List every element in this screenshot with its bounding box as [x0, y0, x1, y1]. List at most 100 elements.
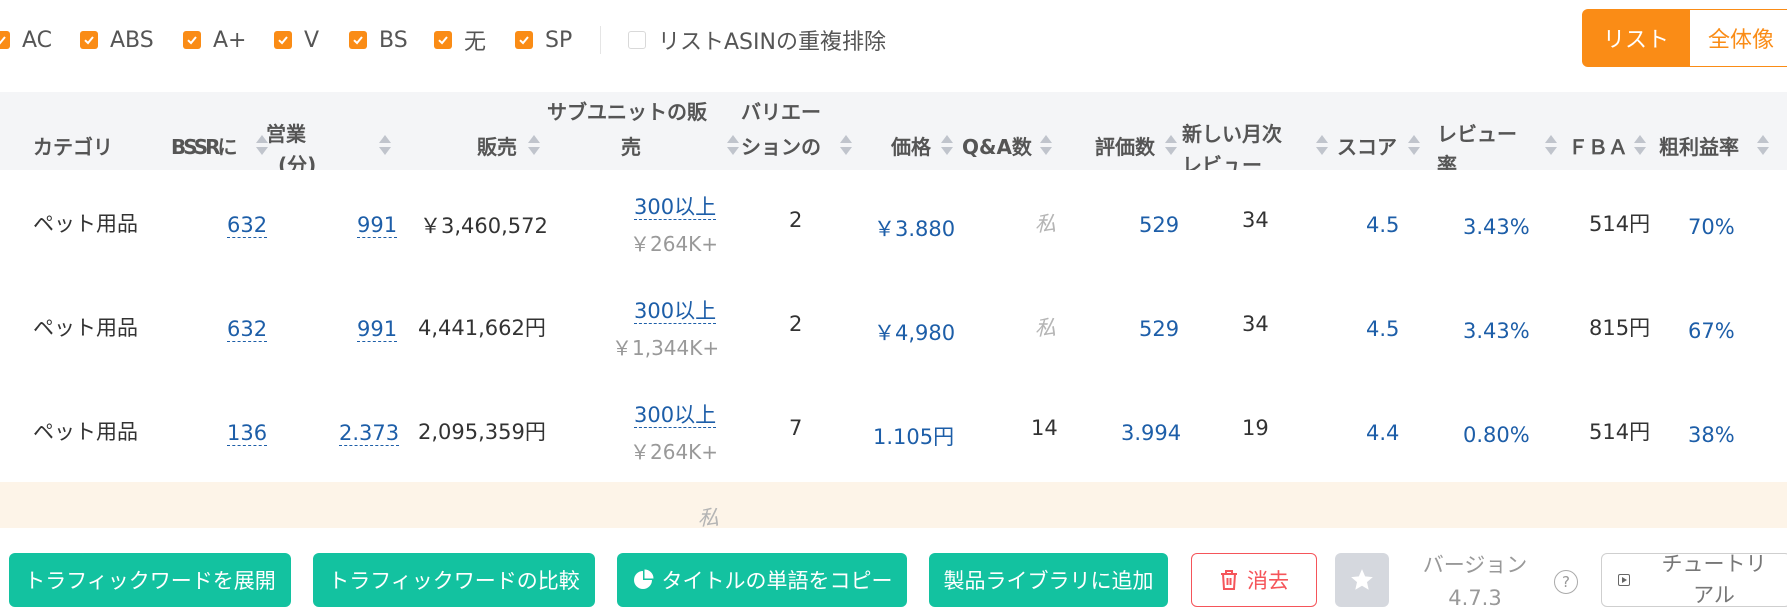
header-qa[interactable]: Q&A数 [962, 132, 1032, 162]
header-sales-volume-unit: (分) [278, 153, 317, 170]
filter-checkbox-sp[interactable]: SP [515, 27, 572, 53]
cell-bsr-link[interactable]: 136 [227, 421, 268, 446]
check-icon [80, 31, 98, 49]
header-subunit-line2: 売 [621, 135, 641, 159]
version-info: バージョン 4.7.3 [1410, 549, 1540, 615]
cell-bsr-link[interactable]: 632 [227, 317, 268, 342]
table-row: ペット用品 136 2.373 2,095,359円 300以上 ￥264K+ … [0, 378, 1787, 483]
cell-bsr-link[interactable]: 632 [227, 213, 268, 238]
cell-qa: 私 [1035, 316, 1056, 340]
check-icon [349, 31, 367, 49]
cell-sales-link[interactable]: 991 [357, 213, 398, 238]
checkbox-empty-icon [628, 31, 646, 49]
check-icon [183, 31, 201, 49]
cell-monthly-reviews: 19 [1242, 416, 1269, 440]
cell-review-rate: 3.43% [1463, 215, 1530, 239]
header-review-rate[interactable]: レビュー [1437, 119, 1517, 149]
header-subunit[interactable]: サブユニットの販 [547, 97, 707, 127]
version-label: バージョン [1422, 553, 1528, 577]
check-icon [515, 31, 533, 49]
cell-subunit-revenue: ￥1,344K+ [612, 336, 720, 360]
header-category[interactable]: カテゴリ [33, 132, 113, 162]
tutorial-button[interactable]: チュートリアル [1601, 552, 1787, 607]
cell-margin: 38% [1688, 423, 1735, 447]
check-icon [274, 31, 292, 49]
pie-chart-icon [632, 569, 654, 591]
check-icon [434, 31, 452, 49]
filter-checkbox-bs[interactable]: BS [349, 27, 408, 53]
table-row: ペット用品 632 991 ￥3,460,572 300以上 ￥264K+ 2 … [0, 170, 1787, 275]
cell-score: 4.4 [1366, 421, 1400, 445]
version-value: 4.7.3 [1448, 586, 1502, 610]
header-variations[interactable]: バリエー [741, 97, 821, 127]
header-price[interactable]: 価格 [891, 132, 931, 162]
cell-variations: 7 [789, 416, 803, 440]
button-label: タイトルの単語をコピー [661, 569, 893, 593]
header-sales-volume[interactable]: 営業 [266, 119, 306, 149]
clear-button[interactable]: 消去 [1191, 553, 1317, 607]
play-icon [1618, 574, 1630, 586]
expand-traffic-words-button[interactable]: トラフィックワードを展開 [9, 553, 291, 607]
header-revenue[interactable]: 販売 [477, 132, 517, 162]
sort-icon[interactable] [1316, 133, 1328, 159]
cell-subunit-link[interactable]: 300以上 [634, 299, 717, 324]
sort-icon[interactable] [528, 133, 540, 159]
header-review-rate-line2: 率 [1437, 153, 1457, 170]
cell-score: 4.5 [1366, 317, 1400, 341]
header-monthly-reviews[interactable]: 新しい月次 [1182, 119, 1282, 149]
sort-icon[interactable] [1040, 133, 1052, 159]
button-label: トラフィックワードを展開 [24, 569, 276, 593]
sort-icon[interactable] [1545, 133, 1557, 159]
cell-fba: 514円 [1589, 212, 1651, 236]
dedupe-asin-checkbox[interactable]: リストASINの重複排除 [628, 27, 886, 55]
view-overview-button[interactable]: 全体像 [1690, 9, 1787, 67]
sort-icon[interactable] [941, 133, 953, 159]
cell-subunit-link[interactable]: 300以上 [634, 403, 717, 428]
view-list-button[interactable]: リスト [1582, 9, 1690, 67]
sort-icon[interactable] [727, 133, 739, 159]
sort-icon[interactable] [1634, 133, 1646, 159]
cell-category: ペット用品 [33, 316, 138, 340]
cell-qa: 14 [1031, 416, 1058, 440]
filter-label: AC [22, 27, 53, 53]
favorite-button[interactable] [1335, 553, 1389, 607]
copy-title-words-button[interactable]: タイトルの単語をコピー [617, 553, 907, 607]
filter-divider [600, 26, 601, 54]
header-ratings[interactable]: 評価数 [1095, 132, 1155, 162]
filter-checkbox-abs[interactable]: ABS [80, 27, 154, 53]
check-icon [0, 31, 10, 49]
header-fba[interactable]: ＦＢＡ [1568, 132, 1628, 162]
filter-checkbox-ac[interactable]: AC [0, 27, 52, 53]
header-margin[interactable]: 粗利益率 [1659, 132, 1739, 162]
sort-icon[interactable] [1757, 133, 1769, 159]
cell-category: ペット用品 [33, 420, 138, 444]
bottom-action-bar: トラフィックワードを展開 トラフィックワードの比較 タイトルの単語をコピー 製品… [0, 531, 1787, 611]
header-monthly-reviews-line2: レビュー [1182, 153, 1262, 170]
cell-price: 1.105円 [873, 425, 955, 449]
filter-checkbox-none[interactable]: 无 [434, 27, 486, 55]
button-label: 製品ライブラリに追加 [943, 569, 1154, 593]
header-variations-line2: ションの [741, 135, 821, 159]
cell-variations: 2 [789, 312, 803, 336]
header-bsr[interactable]: BSSRに [171, 132, 238, 162]
cell-revenue: 4,441,662円 [418, 316, 546, 340]
help-icon[interactable]: ? [1554, 570, 1578, 594]
header-score[interactable]: スコア [1337, 132, 1397, 162]
filter-checkbox-v[interactable]: V [274, 27, 319, 53]
sort-icon[interactable] [379, 133, 391, 159]
add-to-product-library-button[interactable]: 製品ライブラリに追加 [929, 553, 1168, 607]
cell-subunit-link[interactable]: 300以上 [634, 195, 717, 220]
sort-icon[interactable] [840, 133, 852, 159]
filter-label: ABS [110, 27, 154, 53]
cell-price: ￥4,980 [874, 321, 956, 345]
trash-icon [1219, 569, 1239, 591]
sort-icon[interactable] [1408, 133, 1420, 159]
sort-icon[interactable] [1165, 133, 1177, 159]
cell-sales-link[interactable]: 2.373 [339, 421, 400, 446]
cell-fba: 514円 [1589, 420, 1651, 444]
cell-sales-link[interactable]: 991 [357, 317, 398, 342]
compare-traffic-words-button[interactable]: トラフィックワードの比較 [313, 553, 595, 607]
filter-checkbox-aplus[interactable]: A+ [183, 27, 246, 53]
filter-label: V [304, 27, 320, 53]
cell-ratings: 3.994 [1121, 421, 1182, 445]
